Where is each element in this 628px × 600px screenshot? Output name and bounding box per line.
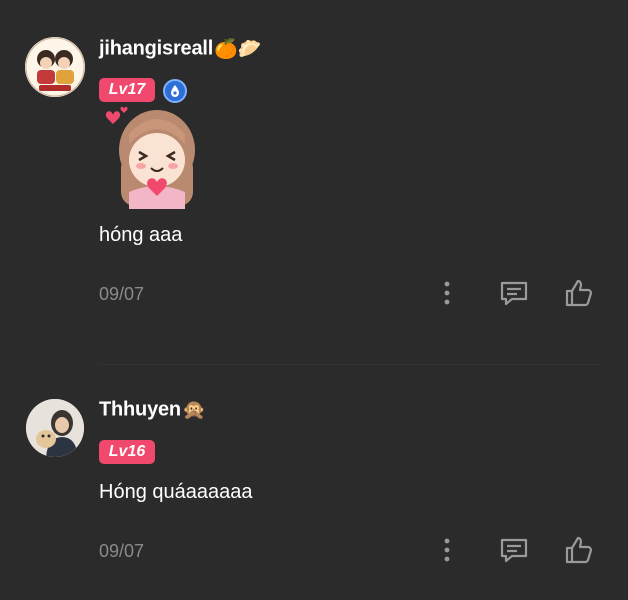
username-emoji: 🙊 — [181, 400, 206, 421]
comment-date: 09/07 — [99, 541, 145, 561]
comment-reply-icon[interactable] — [498, 534, 530, 566]
comment-item: Thhuyen🙊 Lv16 Hóng quáaaaaaa 09/07 — [0, 0, 628, 600]
comment-text: Hóng quáaaaaaa — [99, 481, 253, 503]
username-text: Thhuyen — [99, 398, 181, 421]
level-badge: Lv16 — [99, 440, 155, 464]
username[interactable]: Thhuyen🙊 — [99, 398, 206, 422]
avatar[interactable] — [26, 399, 84, 457]
thumbs-up-icon[interactable] — [563, 534, 595, 566]
more-vertical-icon[interactable] — [431, 534, 463, 566]
